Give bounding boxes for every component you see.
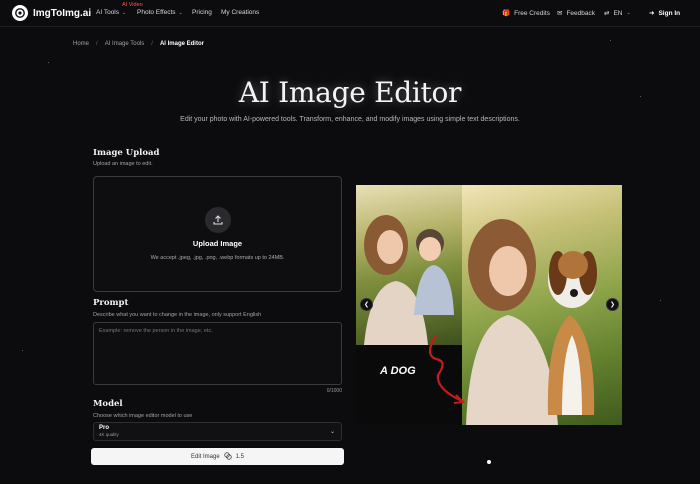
carousel-next-button[interactable]: ❯ [606, 298, 619, 311]
before-image [356, 185, 462, 345]
model-selected-sub: 4K quality [99, 432, 119, 437]
ai-video-badge: AI Video [122, 2, 143, 8]
upload-icon [204, 207, 231, 233]
page-subtitle: Edit your photo with AI-powered tools. T… [180, 116, 520, 123]
nav-pricing[interactable]: Pricing [192, 9, 212, 16]
breadcrumb: Home / AI Image Tools / AI Image Editor [73, 41, 204, 47]
feedback-link[interactable]: ✉ Feedback [557, 9, 595, 18]
example-preview-carousel: A DOG [356, 185, 622, 425]
nav-pricing-label: Pricing [192, 9, 212, 16]
star-decoration [22, 350, 23, 351]
breadcrumb-home[interactable]: Home [73, 41, 89, 47]
star-decoration [610, 40, 611, 41]
breadcrumb-ai-image-tools[interactable]: AI Image Tools [105, 41, 145, 47]
language-selector[interactable]: ⇄ EN ⌄ [604, 9, 631, 18]
logo[interactable]: ImgToImg.ai [12, 5, 91, 21]
edit-image-label: Edit Image [190, 453, 220, 460]
sign-in-label: Sign In [658, 9, 681, 17]
upload-title: Upload Image [192, 239, 243, 248]
prompt-desc: Describe what you want to change in the … [93, 312, 262, 318]
credits-icon [223, 451, 232, 462]
top-navigation: ImgToImg.ai AI Video AI Tools ⌄ Photo Ef… [0, 0, 700, 27]
carousel-prev-button[interactable]: ❮ [360, 298, 373, 311]
free-credits-link[interactable]: 🎁 Free Credits [502, 9, 550, 18]
nav-ai-tools-label: AI Tools [96, 9, 120, 16]
feedback-icon: ✉ [557, 10, 563, 17]
edit-image-button[interactable]: Edit Image 1.5 [91, 448, 344, 465]
sign-in-button[interactable]: ➜ Sign In [649, 9, 681, 18]
model-heading: Model [93, 399, 123, 409]
edit-image-cost: 1.5 [235, 453, 245, 460]
breadcrumb-separator: / [96, 41, 98, 47]
logo-text: ImgToImg.ai [33, 7, 92, 19]
upload-formats: We accept .jpeg, .jpg, .png, .webp forma… [150, 255, 285, 261]
image-upload-desc: Upload an image to edit. [93, 161, 153, 167]
prompt-input[interactable] [93, 322, 342, 385]
nav-my-creations[interactable]: My Creations [221, 9, 259, 16]
chevron-down-icon: ⌄ [329, 429, 335, 435]
free-credits-label: Free Credits [514, 9, 550, 17]
page-title: AI Image Editor [238, 76, 462, 109]
star-decoration [660, 300, 661, 301]
sign-in-icon: ➜ [649, 10, 655, 17]
model-desc: Choose which image editor model to use [93, 413, 193, 419]
nav-my-creations-label: My Creations [221, 9, 260, 16]
image-upload-dropzone[interactable]: Upload Image We accept .jpeg, .jpg, .png… [93, 176, 342, 292]
chevron-down-icon: ⌄ [626, 10, 631, 16]
model-selected: Pro [99, 425, 110, 431]
arrow-icon [428, 335, 466, 404]
translate-icon: ⇄ [604, 10, 610, 17]
model-select[interactable]: Pro 4K quality ⌄ [93, 422, 342, 441]
preview-caption: A DOG [380, 365, 416, 377]
logo-icon [12, 5, 28, 21]
feedback-label: Feedback [566, 9, 595, 17]
after-image [462, 185, 622, 425]
carousel-dot[interactable] [487, 460, 491, 464]
gift-icon: 🎁 [502, 10, 511, 17]
chevron-down-icon: ⌄ [178, 9, 183, 16]
breadcrumb-separator: / [151, 41, 153, 47]
nav-photo-effects[interactable]: Photo Effects ⌄ [137, 9, 183, 16]
star-decoration [48, 62, 49, 63]
image-upload-heading: Image Upload [93, 148, 160, 158]
nav-photo-effects-label: Photo Effects [137, 9, 176, 16]
language-label: EN [613, 9, 623, 17]
nav-ai-tools[interactable]: AI Tools ⌄ [96, 9, 126, 16]
breadcrumb-current: AI Image Editor [159, 41, 204, 47]
prompt-heading: Prompt [93, 298, 129, 308]
prompt-char-counter: 0/1000 [326, 388, 342, 394]
chevron-down-icon: ⌄ [122, 9, 127, 16]
